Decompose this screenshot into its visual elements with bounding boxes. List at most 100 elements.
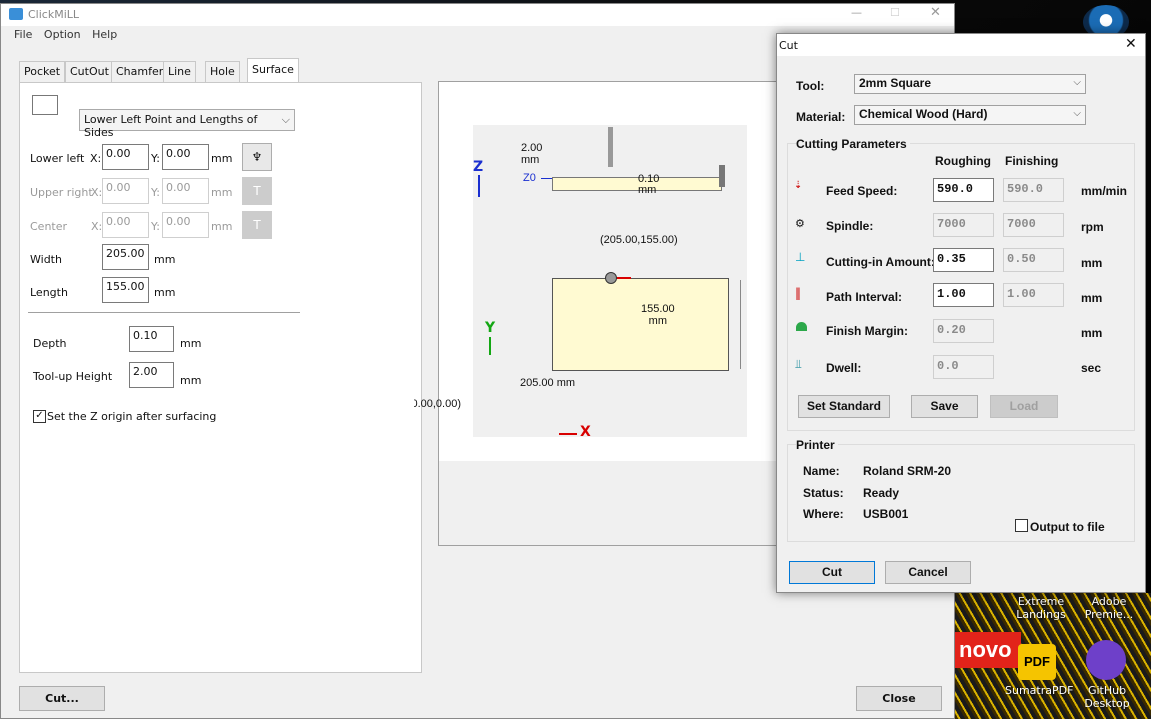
upper-right-x-input[interactable]: 0.00	[102, 178, 149, 204]
cutting-in-finishing-input[interactable]: 0.50	[1003, 248, 1064, 272]
mode-select[interactable]: Lower Left Point and Lengths of Sides ⌵	[79, 109, 295, 139]
lenovo-logo: novo	[955, 632, 1021, 668]
dwell-icon: ⫫	[795, 357, 802, 371]
menu-option[interactable]: Option	[44, 28, 81, 41]
depth-label: Depth	[33, 337, 67, 350]
cutting-parameters-title: Cutting Parameters	[796, 137, 910, 151]
tab-pocket[interactable]: Pocket	[19, 61, 66, 82]
x-axis-label: X	[580, 424, 591, 440]
printer-where-label: Where:	[803, 507, 844, 521]
desktop-icon-sumatrapdf[interactable]: SumatraPDF	[1005, 684, 1073, 697]
end-mill-icon	[719, 165, 725, 187]
lower-left-x-input[interactable]: 0.00	[102, 144, 149, 170]
chevron-down-icon: ⌵	[1073, 108, 1081, 119]
path-interval-roughing-input[interactable]: 1.00	[933, 283, 994, 307]
load-button[interactable]: Load	[990, 395, 1058, 418]
upper-right-unit: mm	[211, 186, 233, 199]
spindle-roughing-input[interactable]: 7000	[933, 213, 994, 237]
cut-button[interactable]: Cut...	[19, 686, 105, 711]
tab-hole[interactable]: Hole	[205, 61, 240, 82]
finish-margin-roughing-input[interactable]: 0.20	[933, 319, 994, 343]
dwell-roughing-input[interactable]: 0.0	[933, 355, 994, 379]
side-tool-icon	[608, 127, 613, 167]
width-unit: mm	[154, 253, 176, 266]
title-bar: ClickMiLL — ☐ ✕	[1, 4, 954, 26]
spindle-finishing-input[interactable]: 7000	[1003, 213, 1064, 237]
desktop-icon-github-desktop[interactable]: GitHub Desktop	[1078, 684, 1136, 710]
center-x-input[interactable]: 0.00	[102, 212, 149, 238]
finish-margin-label: Finish Margin:	[826, 324, 908, 338]
material-select[interactable]: Chemical Wood (Hard) ⌵	[854, 105, 1086, 125]
z0-label: Z0	[523, 172, 536, 184]
tool-label: Tool:	[796, 79, 825, 93]
cut-dialog-close-icon[interactable]: ✕	[1125, 36, 1137, 52]
tab-surface[interactable]: Surface	[247, 58, 299, 83]
set-z-origin-label: Set the Z origin after surfacing	[47, 410, 217, 423]
feed-speed-roughing-input[interactable]: 590.0	[933, 178, 994, 202]
path-interval-finishing-input[interactable]: 1.00	[1003, 283, 1064, 307]
depth-input[interactable]: 0.10	[129, 326, 174, 352]
length-input[interactable]: 155.00	[102, 277, 149, 303]
center-unit: mm	[211, 220, 233, 233]
tool-up-height-label: Tool-up Height	[33, 370, 113, 383]
output-to-file-checkbox[interactable]	[1015, 519, 1028, 532]
center-y-input[interactable]: 0.00	[162, 212, 209, 238]
path-interval-unit: mm	[1081, 291, 1103, 305]
center-y-label: Y:	[151, 220, 160, 233]
center-pick-button[interactable]: T	[242, 211, 272, 239]
upper-right-pick-button[interactable]: T	[242, 177, 272, 205]
path-interval-icon: ‖	[795, 286, 801, 300]
github-desktop-icon[interactable]	[1086, 640, 1126, 680]
cut-dialog-titlebar: Cut ✕	[777, 34, 1145, 56]
cutting-in-roughing-input[interactable]: 0.35	[933, 248, 994, 272]
feed-speed-finishing-input[interactable]: 590.0	[1003, 178, 1064, 202]
menu-bar: File Option Help	[14, 28, 125, 41]
sumatrapdf-icon[interactable]: PDF	[1018, 644, 1056, 680]
cancel-button[interactable]: Cancel	[885, 561, 971, 584]
lower-left-unit: mm	[211, 152, 233, 165]
width-label: Width	[30, 253, 62, 266]
feed-speed-icon: ⇣	[794, 180, 803, 191]
close-icon[interactable]: ✕	[930, 5, 941, 20]
cutting-in-label: Cutting-in Amount:	[826, 255, 935, 269]
close-button[interactable]: Close	[856, 686, 942, 711]
set-standard-button[interactable]: Set Standard	[798, 395, 890, 418]
mode-select-value: Lower Left Point and Lengths of Sides	[84, 113, 258, 139]
finish-margin-unit: mm	[1081, 326, 1103, 340]
save-button[interactable]: Save	[911, 395, 978, 418]
cut-confirm-button[interactable]: Cut	[789, 561, 875, 584]
path-interval-label: Path Interval:	[826, 290, 903, 304]
upper-right-y-input[interactable]: 0.00	[162, 178, 209, 204]
minimize-icon[interactable]: —	[851, 6, 862, 19]
tab-line[interactable]: Line	[163, 61, 196, 82]
tool-up-height-input[interactable]: 2.00	[129, 362, 174, 388]
tab-strip: Pocket CutOut Chamfer Line Hole Surface	[19, 58, 319, 83]
menu-help[interactable]: Help	[92, 28, 117, 41]
printer-title: Printer	[796, 438, 838, 452]
desktop-icon-adobe-premiere[interactable]: Adobe Premie...	[1078, 595, 1140, 621]
lower-left-y-input[interactable]: 0.00	[162, 144, 209, 170]
upper-right-label: Upper right	[30, 186, 93, 199]
tool-select[interactable]: 2mm Square ⌵	[854, 74, 1086, 94]
window-title: ClickMiLL	[28, 8, 80, 21]
length-unit: mm	[154, 286, 176, 299]
set-z-origin-checkbox[interactable]: ✓	[33, 410, 46, 423]
desktop-icon-extreme-landings[interactable]: Extreme Landings	[1010, 595, 1072, 621]
tab-chamfer[interactable]: Chamfer	[111, 61, 169, 82]
printer-name-label: Name:	[803, 464, 840, 478]
feed-speed-unit: mm/min	[1081, 184, 1128, 198]
app-icon	[9, 8, 23, 20]
spindle-unit: rpm	[1081, 220, 1104, 234]
printer-status-value: Ready	[863, 486, 900, 500]
tool-up-height-unit: mm	[180, 374, 202, 387]
center-label: Center	[30, 220, 68, 233]
tool-pick-button[interactable]: ♆	[242, 143, 272, 171]
side-workpiece	[552, 177, 722, 191]
upper-right-x-label: X:	[91, 186, 103, 199]
tab-cutout[interactable]: CutOut	[65, 61, 114, 82]
maximize-icon[interactable]: ☐	[890, 6, 900, 19]
menu-file[interactable]: File	[14, 28, 32, 41]
center-x-label: X:	[91, 220, 103, 233]
width-preview-label: 205.00 mm	[520, 377, 576, 389]
width-input[interactable]: 205.00	[102, 244, 149, 270]
